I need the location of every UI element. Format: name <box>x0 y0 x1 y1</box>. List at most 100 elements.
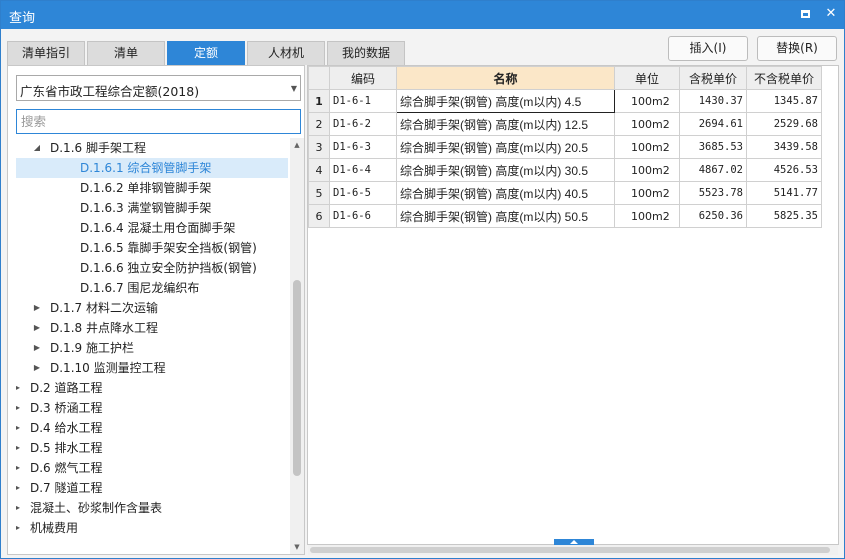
tree-node[interactable]: ▶ D.1.8 井点降水工程 <box>16 318 288 338</box>
cell-unit[interactable]: 100m2 <box>614 204 680 228</box>
cell-tax-price[interactable]: 2694.61 <box>679 112 747 136</box>
cell-tax-price[interactable]: 5523.78 <box>679 181 747 205</box>
collapsed-arrow-icon[interactable]: ▶ <box>16 378 22 398</box>
collapsed-arrow-icon[interactable]: ▶ <box>16 478 22 498</box>
col-header-code[interactable]: 编码 <box>329 66 397 90</box>
tree-node[interactable]: ▶ D.1.9 施工护栏 <box>16 338 288 358</box>
maximize-icon[interactable] <box>797 6 813 22</box>
tree-node[interactable]: ▶ 机械费用 <box>16 518 288 538</box>
tree-node[interactable]: ▶ D.7 隧道工程 <box>16 478 288 498</box>
cell-notax-price[interactable]: 4526.53 <box>746 158 822 182</box>
tree-node-label: D.1.6.3 满堂钢管脚手架 <box>80 201 212 215</box>
tree-node[interactable]: D.1.6.3 满堂钢管脚手架 <box>16 198 288 218</box>
cell-code[interactable]: D1-6-2 <box>329 112 397 136</box>
cell-name[interactable]: 综合脚手架(钢管) 高度(m以内) 40.5 <box>396 181 615 205</box>
tree-node[interactable]: D.1.6.1 综合钢管脚手架 <box>16 158 288 178</box>
row-number[interactable]: 3 <box>308 135 330 159</box>
tree-node[interactable]: ▶ D.1.10 监测量控工程 <box>16 358 288 378</box>
collapsed-arrow-icon[interactable]: ▶ <box>32 298 42 318</box>
tab-my-data[interactable]: 我的数据 <box>327 41 405 65</box>
cell-code[interactable]: D1-6-5 <box>329 181 397 205</box>
table-row[interactable]: 5 D1-6-5 综合脚手架(钢管) 高度(m以内) 40.5 100m2 5523.7… <box>308 181 822 205</box>
cell-notax-price[interactable]: 1345.87 <box>746 89 822 113</box>
tab-labor-material-machine[interactable]: 人材机 <box>247 41 325 65</box>
cell-name[interactable]: 综合脚手架(钢管) 高度(m以内) 12.5 <box>396 112 615 136</box>
cell-name[interactable]: 综合脚手架(钢管) 高度(m以内) 30.5 <box>396 158 615 182</box>
library-select[interactable]: 广东省市政工程综合定额(2018) ▼ <box>16 75 301 101</box>
row-number[interactable]: 1 <box>308 89 330 113</box>
tab-quota[interactable]: 定额 <box>167 41 245 65</box>
tree-node[interactable]: D.1.6.5 靠脚手架安全挡板(钢管) <box>16 238 288 258</box>
col-header-name[interactable]: 名称 <box>396 66 615 90</box>
cell-tax-price[interactable]: 6250.36 <box>679 204 747 228</box>
cell-unit[interactable]: 100m2 <box>614 112 680 136</box>
cell-notax-price[interactable]: 2529.68 <box>746 112 822 136</box>
tree-node[interactable]: ▶ D.1.7 材料二次运输 <box>16 298 288 318</box>
table-row[interactable]: 2 D1-6-2 综合脚手架(钢管) 高度(m以内) 12.5 100m2 2694.6… <box>308 112 822 136</box>
table-horizontal-scrollbar[interactable] <box>308 545 838 555</box>
table-row[interactable]: 4 D1-6-4 综合脚手架(钢管) 高度(m以内) 30.5 100m2 4867.0… <box>308 158 822 182</box>
collapsed-arrow-icon[interactable]: ▶ <box>32 338 42 358</box>
tree-node[interactable]: D.1.6.2 单排钢管脚手架 <box>16 178 288 198</box>
table-row[interactable]: 3 D1-6-3 综合脚手架(钢管) 高度(m以内) 20.5 100m2 3685.5… <box>308 135 822 159</box>
tab-bill[interactable]: 清单 <box>87 41 165 65</box>
tree-node[interactable]: ▶ D.6 燃气工程 <box>16 458 288 478</box>
replace-button[interactable]: 替换(R) <box>757 36 837 61</box>
expanded-arrow-icon[interactable]: ◢ <box>32 138 42 158</box>
cell-name[interactable]: 综合脚手架(钢管) 高度(m以内) 50.5 <box>396 204 615 228</box>
col-header-tax-price[interactable]: 含税单价 <box>679 66 747 90</box>
collapsed-arrow-icon[interactable]: ▶ <box>16 498 22 518</box>
cell-name[interactable]: 综合脚手架(钢管) 高度(m以内) 4.5 <box>396 89 615 113</box>
cell-unit[interactable]: 100m2 <box>614 89 680 113</box>
cell-code[interactable]: D1-6-1 <box>329 89 397 113</box>
row-number[interactable]: 6 <box>308 204 330 228</box>
tree-vertical-scrollbar[interactable]: ▲ ▼ <box>290 138 304 554</box>
tree-node[interactable]: ▶ 混凝土、砂浆制作含量表 <box>16 498 288 518</box>
col-header-notax-price[interactable]: 不含税单价 <box>746 66 822 90</box>
tree-node[interactable]: ▶ D.4 给水工程 <box>16 418 288 438</box>
collapsed-arrow-icon[interactable]: ▶ <box>16 438 22 458</box>
left-panel: 广东省市政工程综合定额(2018) ▼ ◢ D.1.6 脚手架工程 D.1.6.1 … <box>7 65 305 555</box>
row-number[interactable]: 2 <box>308 112 330 136</box>
cell-unit[interactable]: 100m2 <box>614 181 680 205</box>
tab-bill-guide[interactable]: 清单指引 <box>7 41 85 65</box>
table-row[interactable]: 1 D1-6-1 综合脚手架(钢管) 高度(m以内) 4.5 100m2 1430.37… <box>308 89 822 113</box>
scroll-down-icon[interactable]: ▼ <box>290 540 304 554</box>
cell-notax-price[interactable]: 3439.58 <box>746 135 822 159</box>
window-title: 查询 <box>9 11 36 26</box>
row-number[interactable]: 4 <box>308 158 330 182</box>
cell-name[interactable]: 综合脚手架(钢管) 高度(m以内) 20.5 <box>396 135 615 159</box>
collapsed-arrow-icon[interactable]: ▶ <box>32 358 42 378</box>
cell-tax-price[interactable]: 1430.37 <box>679 89 747 113</box>
tree-node[interactable]: ▶ D.3 桥涵工程 <box>16 398 288 418</box>
scroll-thumb[interactable] <box>293 280 301 476</box>
cell-code[interactable]: D1-6-3 <box>329 135 397 159</box>
table-row[interactable]: 6 D1-6-6 综合脚手架(钢管) 高度(m以内) 50.5 100m2 6250.3… <box>308 204 822 228</box>
cell-code[interactable]: D1-6-6 <box>329 204 397 228</box>
scroll-up-icon[interactable]: ▲ <box>290 138 304 152</box>
tree-node[interactable]: ▶ D.2 道路工程 <box>16 378 288 398</box>
tree-node[interactable]: D.1.6.4 混凝土用仓面脚手架 <box>16 218 288 238</box>
collapsed-arrow-icon[interactable]: ▶ <box>16 398 22 418</box>
close-icon[interactable]: ✕ <box>823 6 839 22</box>
tree-node[interactable]: D.1.6.6 独立安全防护挡板(钢管) <box>16 258 288 278</box>
search-input[interactable] <box>16 109 301 134</box>
insert-button[interactable]: 插入(I) <box>668 36 748 61</box>
cell-unit[interactable]: 100m2 <box>614 135 680 159</box>
tree-node[interactable]: D.1.6.7 围尼龙编织布 <box>16 278 288 298</box>
cell-notax-price[interactable]: 5141.77 <box>746 181 822 205</box>
collapsed-arrow-icon[interactable]: ▶ <box>16 458 22 478</box>
tree-node[interactable]: ▶ D.5 排水工程 <box>16 438 288 458</box>
collapsed-arrow-icon[interactable]: ▶ <box>32 318 42 338</box>
cell-tax-price[interactable]: 3685.53 <box>679 135 747 159</box>
cell-code[interactable]: D1-6-4 <box>329 158 397 182</box>
collapsed-arrow-icon[interactable]: ▶ <box>16 518 22 538</box>
cell-tax-price[interactable]: 4867.02 <box>679 158 747 182</box>
tree-node[interactable]: ◢ D.1.6 脚手架工程 <box>16 138 288 158</box>
cell-notax-price[interactable]: 5825.35 <box>746 204 822 228</box>
scroll-thumb[interactable] <box>310 547 830 553</box>
col-header-unit[interactable]: 单位 <box>614 66 680 90</box>
collapsed-arrow-icon[interactable]: ▶ <box>16 418 22 438</box>
cell-unit[interactable]: 100m2 <box>614 158 680 182</box>
row-number[interactable]: 5 <box>308 181 330 205</box>
